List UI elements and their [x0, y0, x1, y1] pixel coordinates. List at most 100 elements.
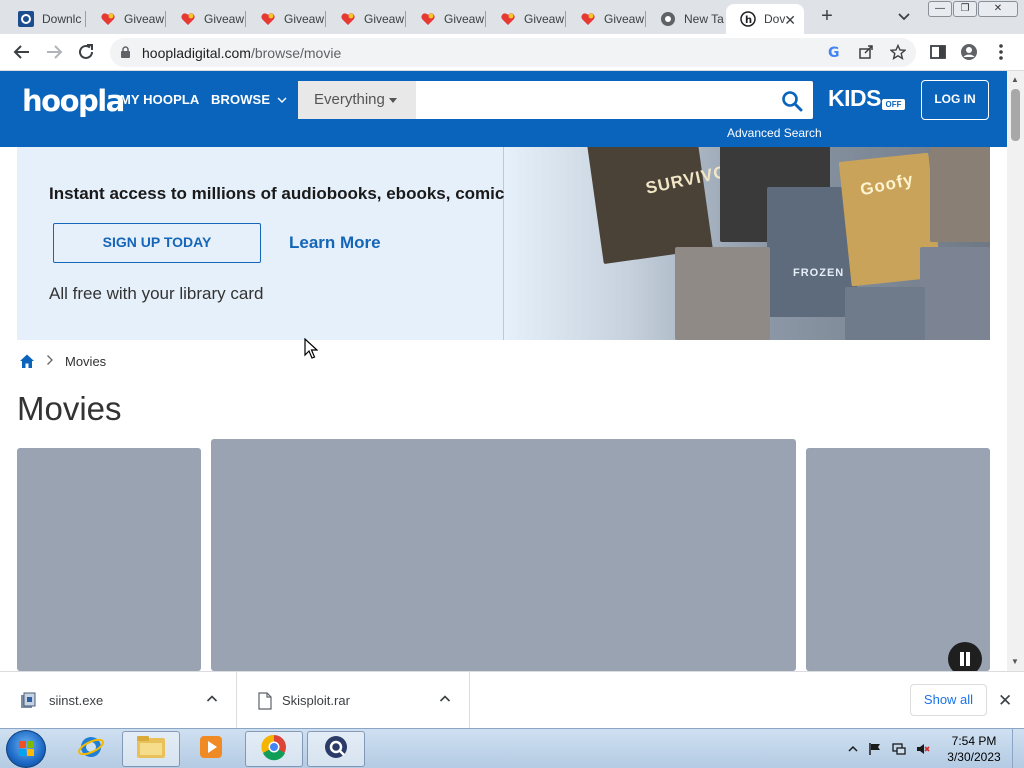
tab-title: Giveaw [524, 12, 565, 26]
heart-icon [580, 11, 596, 27]
taskbar-app-q[interactable] [307, 731, 365, 767]
tab-giveaway[interactable]: Giveaw [166, 4, 246, 34]
heart-icon [500, 11, 516, 27]
svg-text:G: G [828, 45, 840, 60]
minimize-button[interactable]: — [928, 1, 952, 17]
tab-giveaway[interactable]: Giveaw [86, 4, 166, 34]
tray-expand-icon[interactable] [846, 742, 860, 756]
show-all-downloads-button[interactable]: Show all [910, 684, 987, 716]
new-tab-button[interactable]: + [816, 5, 838, 27]
carousel-slide-prev[interactable] [17, 448, 201, 671]
tab-title: Dov [764, 12, 786, 26]
windows-logo-icon [19, 741, 35, 757]
tab-new-tab[interactable]: New Ta [646, 4, 726, 34]
restore-button[interactable]: ❐ [953, 1, 977, 17]
taskbar-chrome[interactable] [245, 731, 303, 767]
login-button[interactable]: LOG IN [921, 80, 989, 120]
browser-toolbar: hoopladigital.com/browse/movie G [0, 34, 1024, 71]
tab-downloads[interactable]: Downlc [4, 4, 86, 34]
chevron-up-icon[interactable] [439, 692, 451, 704]
page-scrollbar[interactable]: ▲ ▼ [1007, 71, 1024, 671]
breadcrumb-current: Movies [65, 354, 107, 369]
search-icon[interactable] [781, 90, 803, 112]
tab-giveaway[interactable]: Giveaw [246, 4, 326, 34]
close-tab-icon[interactable]: ✕ [784, 12, 796, 29]
advanced-search-link[interactable]: Advanced Search [727, 126, 822, 140]
system-clock[interactable]: 7:54 PM 3/30/2023 [944, 733, 1004, 765]
lock-icon[interactable] [120, 46, 131, 64]
close-window-button[interactable]: ✕ [978, 1, 1018, 17]
chrome-icon [260, 733, 288, 766]
search-bar: Everything [298, 81, 813, 119]
tab-title: Giveaw [364, 12, 405, 26]
side-panel-icon[interactable] [929, 43, 947, 61]
tab-giveaway[interactable]: Giveaw [566, 4, 646, 34]
tab-title: Giveaw [284, 12, 325, 26]
svg-text:h: h [745, 15, 752, 26]
share-icon[interactable] [858, 44, 874, 60]
network-icon[interactable] [892, 742, 906, 756]
volume-muted-icon[interactable] [916, 742, 930, 756]
clock-time: 7:54 PM [951, 734, 997, 748]
promo-banner: Instant access to millions of audiobooks… [17, 147, 990, 340]
nav-my-hoopla[interactable]: MY HOOPLA [120, 92, 199, 107]
hoopla-h-icon: h [740, 11, 756, 27]
kids-mode-toggle[interactable]: KIDS [828, 85, 881, 112]
home-icon[interactable] [19, 353, 35, 369]
search-input[interactable] [418, 81, 773, 119]
chevron-up-icon[interactable] [206, 692, 218, 704]
promo-text-panel: Instant access to millions of audiobooks… [17, 147, 600, 340]
hoopla-logo[interactable]: hoopla [22, 84, 125, 118]
tab-giveaway[interactable]: Giveaw [326, 4, 406, 34]
tab-hoopla-active[interactable]: h Dov ✕ [726, 4, 804, 34]
show-desktop-button[interactable] [1012, 729, 1024, 768]
caret-down-icon [388, 97, 397, 103]
download-bar: siinst.exe Skisploit.rar Show all ✕ [0, 671, 1024, 729]
scroll-up-icon[interactable]: ▲ [1011, 75, 1019, 84]
menu-kebab-icon[interactable] [992, 43, 1010, 61]
taskbar-internet-explorer[interactable] [62, 731, 120, 767]
reload-icon[interactable] [76, 42, 96, 62]
scroll-down-icon[interactable]: ▼ [1011, 657, 1019, 666]
taskbar-media-player[interactable] [182, 731, 240, 767]
search-category-select[interactable]: Everything [298, 81, 416, 119]
promo-free-text: All free with your library card [49, 284, 264, 303]
kids-off-badge: OFF [882, 99, 905, 110]
tab-search-icon[interactable] [896, 9, 912, 25]
mouse-cursor-icon [304, 337, 319, 360]
download-item[interactable]: Skisploit.rar [237, 672, 470, 729]
carousel-slide-next[interactable] [806, 448, 990, 671]
scrollbar-thumb[interactable] [1011, 89, 1020, 141]
tab-giveaway[interactable]: Giveaw [406, 4, 486, 34]
google-icon[interactable]: G [826, 44, 842, 61]
nav-browse[interactable]: BROWSE [211, 92, 287, 107]
taskbar-file-explorer[interactable] [122, 731, 180, 767]
start-button[interactable] [6, 730, 46, 768]
sign-up-button[interactable]: SIGN UP TODAY [53, 223, 261, 263]
bookmark-star-icon[interactable] [889, 43, 907, 60]
download-item[interactable]: siinst.exe [0, 672, 237, 729]
carousel-slide-active[interactable] [211, 439, 796, 671]
heart-icon [100, 11, 116, 27]
cover-bottom [845, 287, 925, 340]
back-icon[interactable] [12, 42, 32, 62]
installer-file-icon [20, 692, 36, 710]
chevron-right-icon [46, 354, 54, 369]
tab-title: Giveaw [444, 12, 485, 26]
q-app-icon [322, 733, 350, 766]
url-text: hoopladigital.com/browse/movie [142, 45, 342, 61]
address-bar[interactable]: hoopladigital.com/browse/movie G [110, 38, 916, 67]
action-center-flag-icon[interactable] [868, 742, 882, 756]
close-download-bar-icon[interactable]: ✕ [998, 691, 1012, 711]
forward-icon[interactable] [44, 42, 64, 62]
page-title: Movies [17, 390, 122, 427]
learn-more-link[interactable]: Learn More [289, 233, 381, 253]
clock-date: 3/30/2023 [947, 750, 1001, 764]
qr-icon [18, 11, 34, 27]
tab-title: Downlc [42, 12, 82, 26]
file-icon [257, 692, 273, 710]
profile-icon[interactable] [960, 43, 978, 61]
tab-giveaway[interactable]: Giveaw [486, 4, 566, 34]
heart-icon [260, 11, 276, 27]
tab-title: Giveaw [124, 12, 165, 26]
